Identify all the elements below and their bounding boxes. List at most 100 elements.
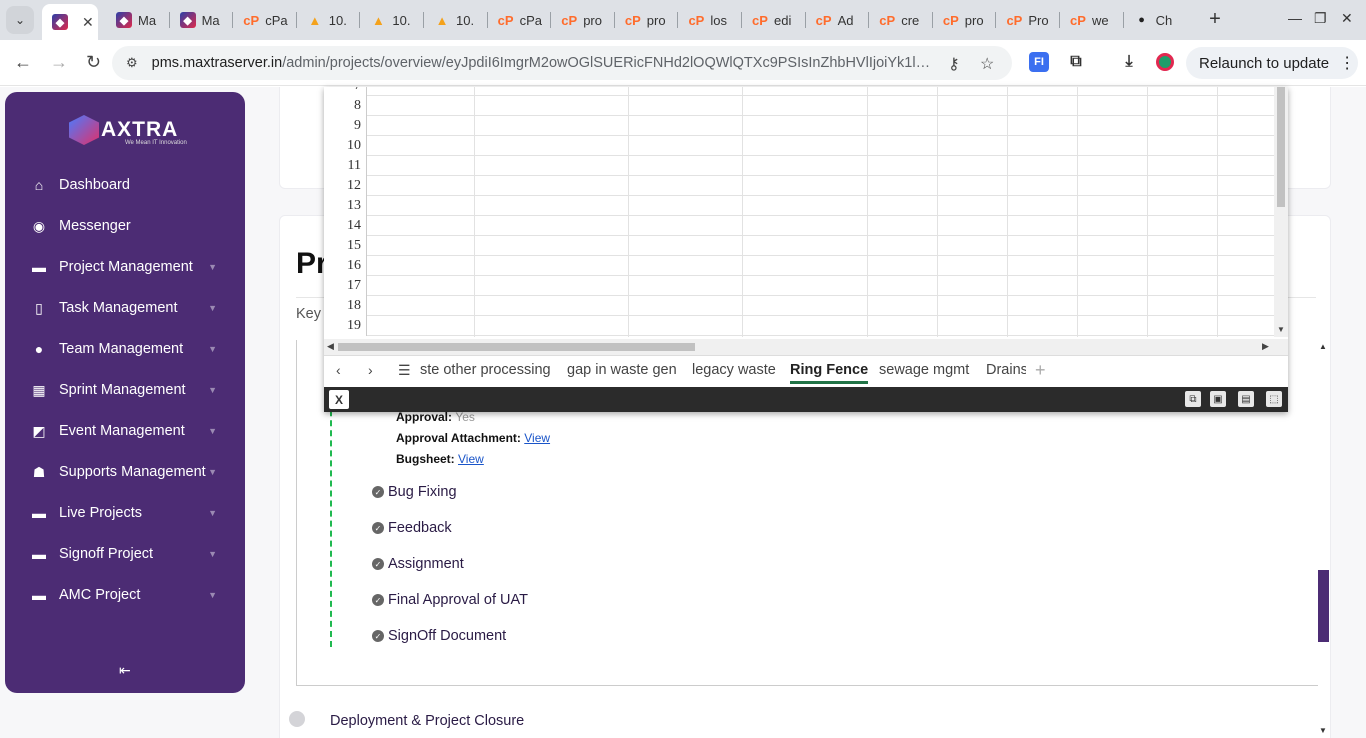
deployment-phase-label[interactable]: Deployment & Project Closure: [330, 713, 524, 729]
grid-row[interactable]: 7: [324, 87, 1274, 96]
row-number[interactable]: 14: [324, 216, 367, 236]
next-sheet-icon[interactable]: ›: [368, 362, 373, 378]
browser-tab[interactable]: cP edi: [742, 4, 804, 36]
browser-tab[interactable]: cP cPa: [488, 4, 550, 36]
row-number[interactable]: 8: [324, 96, 367, 116]
sheet-tab[interactable]: legacy waste: [692, 362, 776, 378]
sidebar-item-messenger[interactable]: ◉ Messenger: [5, 208, 245, 244]
scrollbar-thumb[interactable]: [1318, 570, 1329, 642]
grid-row[interactable]: 18: [324, 296, 1274, 316]
row-number[interactable]: 11: [324, 156, 367, 176]
row-number[interactable]: 18: [324, 296, 367, 316]
sidebar-item-team-management[interactable]: ● Team Management ▼: [5, 331, 245, 367]
grid-row[interactable]: 16: [324, 256, 1274, 276]
chevron-down-icon[interactable]: ▼: [208, 549, 217, 559]
chevron-down-icon[interactable]: ▼: [208, 467, 217, 477]
grid-row[interactable]: 13: [324, 196, 1274, 216]
browser-tab[interactable]: cP los: [678, 4, 740, 36]
all-sheets-menu-icon[interactable]: ☰: [398, 362, 411, 379]
horizontal-scroll-thumb[interactable]: [338, 343, 695, 351]
chevron-down-icon[interactable]: ▼: [208, 508, 217, 518]
grid-row[interactable]: 17: [324, 276, 1274, 296]
extensions-puzzle-icon[interactable]: ⧉: [1066, 52, 1086, 72]
grid-row[interactable]: 14: [324, 216, 1274, 236]
scroll-left-arrow-icon[interactable]: ◀: [327, 341, 334, 352]
relaunch-update-button[interactable]: Relaunch to update ⋮: [1186, 47, 1358, 79]
row-number[interactable]: 17: [324, 276, 367, 296]
row-number[interactable]: 15: [324, 236, 367, 256]
sidebar-item-signoff-project[interactable]: ▬ Signoff Project ▼: [5, 536, 245, 572]
browser-tab[interactable]: cP we: [1060, 4, 1122, 36]
popout-icon[interactable]: ⬚: [1266, 391, 1282, 407]
close-window-icon[interactable]: ✕: [1341, 10, 1353, 27]
sidebar-item-task-management[interactable]: ▯ Task Management ▼: [5, 290, 245, 326]
scroll-up-icon[interactable]: ▲: [1319, 342, 1327, 351]
chevron-down-icon[interactable]: ▼: [208, 426, 217, 436]
scroll-down-icon[interactable]: ▼: [1319, 726, 1327, 735]
more-menu-icon[interactable]: ⋮: [1339, 53, 1355, 73]
browser-tab[interactable]: ▲ 10.: [297, 4, 359, 36]
sidebar-item-amc-project[interactable]: ▬ AMC Project ▼: [5, 577, 245, 613]
browser-tab[interactable]: ● Ch: [1124, 4, 1186, 36]
grid-row[interactable]: 10: [324, 136, 1274, 156]
sheet-tab[interactable]: Drains: [986, 362, 1026, 378]
chevron-down-icon[interactable]: ▼: [208, 590, 217, 600]
sidebar-item-supports-management[interactable]: ☗ Supports Management ▼: [5, 454, 245, 490]
grid-row[interactable]: 9: [324, 116, 1274, 136]
sidebar-item-dashboard[interactable]: ⌂ Dashboard: [5, 167, 245, 203]
save-icon[interactable]: ▣: [1210, 391, 1226, 407]
prev-sheet-icon[interactable]: ‹: [336, 362, 341, 378]
sidebar-item-live-projects[interactable]: ▬ Live Projects ▼: [5, 495, 245, 531]
bookmark-star-icon[interactable]: ☆: [980, 54, 994, 74]
sidebar-item-project-management[interactable]: ▬ Project Management ▼: [5, 249, 245, 285]
forward-icon[interactable]: →: [50, 52, 68, 73]
extension-fi-icon[interactable]: FI: [1029, 52, 1049, 72]
bugsheet-view-link[interactable]: View: [458, 452, 484, 466]
tab-search-dropdown-icon[interactable]: ⌄: [6, 6, 34, 34]
add-sheet-icon[interactable]: +: [1035, 360, 1046, 381]
profile-avatar-icon[interactable]: [1155, 52, 1175, 72]
browser-tab[interactable]: ◆ Ma: [170, 4, 232, 36]
browser-tab[interactable]: ▲ 10.: [424, 4, 486, 36]
browser-tab[interactable]: cP pro: [551, 4, 613, 36]
browser-tab[interactable]: cP cre: [869, 4, 931, 36]
timeline-step[interactable]: ✓ Assignment: [372, 556, 464, 572]
maximize-icon[interactable]: ❐: [1314, 10, 1327, 27]
row-number[interactable]: 9: [324, 116, 367, 136]
grid-row[interactable]: 19: [324, 316, 1274, 336]
chevron-down-icon[interactable]: ▼: [208, 385, 217, 395]
grid-vertical-scrollbar[interactable]: ▼: [1274, 87, 1288, 337]
row-number[interactable]: 12: [324, 176, 367, 196]
vertical-scroll-thumb[interactable]: [1277, 87, 1285, 207]
browser-tab[interactable]: ◆ ✕: [42, 4, 98, 40]
row-number[interactable]: 7: [324, 87, 367, 96]
sheet-tab[interactable]: gap in waste gen: [567, 362, 677, 378]
browser-tab[interactable]: ▲ 10.: [360, 4, 422, 36]
maxtra-logo[interactable]: AXTRA We Mean IT Innovation: [69, 114, 189, 146]
timeline-step[interactable]: ✓ Feedback: [372, 520, 452, 536]
back-icon[interactable]: ←: [14, 52, 32, 73]
row-number[interactable]: 10: [324, 136, 367, 156]
sheet-tab[interactable]: ste other processing: [420, 362, 551, 378]
collapse-sidebar-icon[interactable]: ⇤: [119, 662, 131, 679]
reload-icon[interactable]: ↻: [86, 52, 101, 73]
close-tab-icon[interactable]: ✕: [82, 14, 94, 31]
row-number[interactable]: 19: [324, 316, 367, 336]
timeline-step[interactable]: ✓ Final Approval of UAT: [372, 592, 528, 608]
downloads-icon[interactable]: ⤓: [1119, 52, 1139, 72]
password-key-icon[interactable]: ⚷: [948, 54, 960, 74]
timeline-step[interactable]: ✓ Bug Fixing: [372, 484, 457, 500]
minimize-icon[interactable]: —: [1288, 10, 1302, 26]
row-number[interactable]: 16: [324, 256, 367, 276]
grid-row[interactable]: 12: [324, 176, 1274, 196]
browser-tab[interactable]: cP pro: [615, 4, 677, 36]
browser-tab[interactable]: ◆ Ma: [106, 4, 168, 36]
grid-row[interactable]: 8: [324, 96, 1274, 116]
url-omnibox[interactable]: ⚙ pms.maxtraserver.in /admin/projects/ov…: [112, 46, 1012, 80]
row-number[interactable]: 13: [324, 196, 367, 216]
browser-tab[interactable]: cP Ad: [806, 4, 868, 36]
spreadsheet-grid[interactable]: 78910111213141516171819: [324, 87, 1274, 337]
timeline-step[interactable]: ✓ SignOff Document: [372, 628, 506, 644]
browser-tab[interactable]: cP Pro: [996, 4, 1058, 36]
grid-row[interactable]: 15: [324, 236, 1274, 256]
